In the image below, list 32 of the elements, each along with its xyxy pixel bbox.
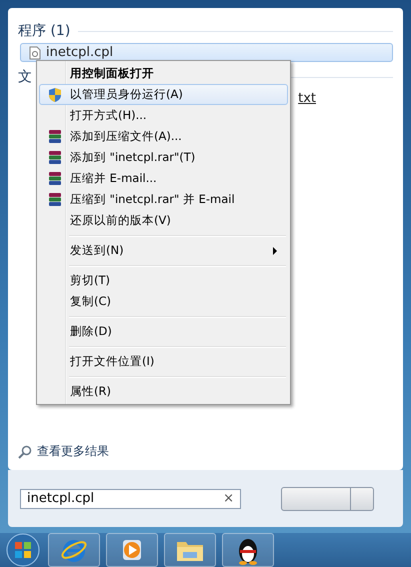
shutdown-button[interactable]	[281, 486, 351, 511]
menu-item[interactable]: 打开方式(H)...	[39, 105, 288, 126]
search-result[interactable]: inetcpl.cpl	[20, 43, 393, 62]
taskbar-button[interactable]	[222, 533, 274, 567]
menu-item[interactable]: 添加到 "inetcpl.rar"(T)	[39, 147, 288, 168]
menu-item[interactable]: 删除(D)	[39, 321, 288, 342]
menu-item[interactable]: 压缩到 "inetcpl.rar" 并 E-mail	[39, 189, 288, 210]
search-icon	[18, 444, 32, 459]
menu-item[interactable]: 复制(C)	[39, 291, 288, 312]
more-results-link[interactable]: 查看更多结果	[37, 443, 109, 460]
search-field[interactable]: inetcpl.cpl ×	[20, 488, 241, 509]
books-icon	[48, 150, 62, 165]
menu-item[interactable]: 还原以前的版本(V)	[39, 210, 288, 231]
shield-icon	[48, 86, 62, 102]
menu-item[interactable]: 属性(R)	[39, 381, 288, 402]
options-button[interactable]	[351, 486, 374, 511]
menu-item[interactable]: 压缩并 E-mail...	[39, 168, 288, 189]
menu-item[interactable]: 添加到压缩文件(A)...	[39, 126, 288, 147]
menu-item[interactable]: 发送到(N)	[39, 240, 288, 261]
menu-item[interactable]: 剪切(T)	[39, 270, 288, 291]
books-icon	[48, 192, 62, 207]
start-button[interactable]	[4, 533, 42, 567]
menu-item[interactable]: 用控制面板打开	[39, 63, 288, 84]
submenu-arrow-icon	[273, 246, 277, 254]
books-icon	[48, 129, 62, 144]
menu-item[interactable]: 打开文件位置(I)	[39, 351, 288, 372]
file-icon	[29, 46, 41, 60]
menu-item[interactable]: 以管理员身份运行(A)	[39, 84, 288, 105]
books-icon	[48, 171, 62, 186]
section-heading: 程序 (1)	[18, 22, 70, 40]
clear-button[interactable]: ×	[223, 491, 234, 506]
section-heading: 文	[18, 68, 32, 86]
